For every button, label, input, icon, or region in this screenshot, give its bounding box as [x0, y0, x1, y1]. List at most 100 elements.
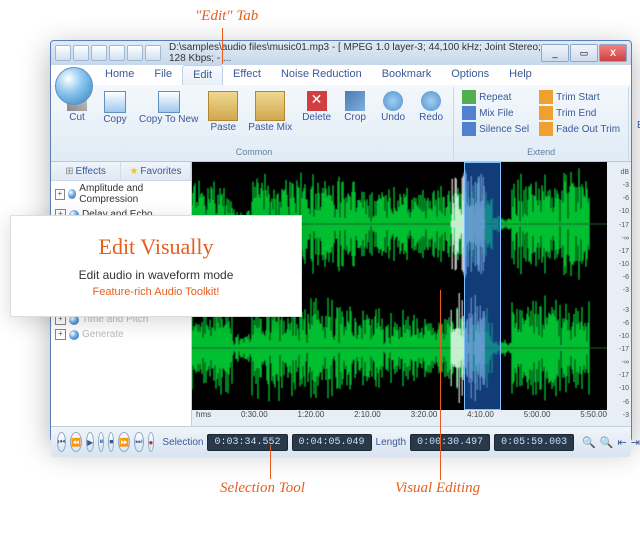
callout-box: Edit Visually Edit audio in waveform mod… [10, 215, 302, 317]
copy-icon [104, 91, 126, 113]
qat-icon[interactable] [127, 45, 143, 61]
zoom-end-button[interactable]: ⇥ [631, 434, 640, 450]
qat-icon[interactable] [145, 45, 161, 61]
close-button[interactable]: X [599, 44, 627, 62]
paste-button[interactable]: Paste [204, 89, 242, 146]
tab-home[interactable]: Home [95, 65, 144, 85]
crop-button[interactable]: Crop [337, 89, 373, 146]
sidebar-tab-effects[interactable]: ⊞Effects [51, 162, 121, 180]
silence-sel-button[interactable]: Silence Sel [458, 121, 533, 137]
ribbon-group-label: Effect [633, 146, 640, 157]
copy-to-new-button[interactable]: Copy To New [135, 89, 202, 146]
statusbar: ⏮ ⏪ ▶ ⏸ ⏹ ⏩ ⏭ ● Selection 0:03:34.552 0:… [51, 426, 631, 457]
ribbon-btn-label: Copy To New [139, 114, 198, 125]
record-button[interactable]: ● [148, 432, 155, 452]
crop-icon [345, 91, 365, 111]
tab-file[interactable]: File [144, 65, 182, 85]
copy-button[interactable]: Copy [97, 89, 133, 146]
paste-mix-icon [255, 91, 285, 121]
skip-end-button[interactable]: ⏭ [134, 432, 143, 452]
skip-start-button[interactable]: ⏮ [57, 432, 66, 452]
annotation-visual-editing: Visual Editing [395, 480, 480, 497]
annotation-line [222, 28, 223, 64]
tab-help[interactable]: Help [499, 65, 542, 85]
paste-icon [208, 91, 238, 121]
annotation-edit-tab: "Edit" Tab [195, 8, 258, 25]
sidebar-item[interactable]: + Generate [51, 327, 191, 342]
ribbon-btn-label: Paste [211, 122, 237, 133]
tab-noise-reduction[interactable]: Noise Reduction [271, 65, 372, 85]
trim-start-button[interactable]: Trim Start [535, 89, 624, 105]
selection-start-display: 0:03:34.552 [207, 434, 287, 451]
trim-end-button[interactable]: Trim End [535, 105, 624, 121]
repeat-icon [462, 90, 476, 104]
tab-edit[interactable]: Edit [182, 65, 223, 85]
sidebar-tab-label: Effects [76, 166, 106, 177]
tab-bookmark[interactable]: Bookmark [372, 65, 442, 85]
stop-button[interactable]: ⏹ [108, 432, 114, 452]
rewind-button[interactable]: ⏪ [70, 432, 82, 452]
length-display: 0:00:30.497 [410, 434, 490, 451]
delete-icon [307, 91, 327, 111]
redo-button[interactable]: Redo [413, 89, 449, 146]
category-icon [68, 189, 77, 199]
expand-icon[interactable]: + [55, 329, 66, 340]
ribbon-btn-label: Copy [103, 114, 126, 125]
mix-file-icon [462, 106, 476, 120]
titlebar[interactable]: D:\samples\audio files\music01.mp3 - [ M… [51, 41, 631, 65]
category-icon [69, 330, 79, 340]
ribbon-btn-label: Trim Start [556, 92, 600, 103]
ribbon-group-label: Extend [458, 146, 624, 157]
qat-icons [55, 45, 161, 61]
annotation-selection-tool: Selection Tool [220, 480, 305, 497]
waveform-selection[interactable] [464, 162, 501, 410]
paste-mix-button[interactable]: Paste Mix [244, 89, 296, 146]
tab-effect[interactable]: Effect [223, 65, 271, 85]
annotation-line [440, 290, 441, 480]
qat-icon[interactable] [73, 45, 89, 61]
sidebar-item-label: Generate [82, 329, 124, 340]
ribbon-btn-label: Delete [302, 112, 331, 123]
fade-out-trim-icon [539, 122, 553, 136]
minimize-button[interactable]: _ [541, 44, 569, 62]
callout-line2: Feature-rich Audio Toolkit! [31, 286, 281, 298]
ribbon-btn-label: Fade Out Trim [556, 124, 620, 135]
sidebar-tab-label: Favorites [140, 166, 181, 177]
ribbon-group-effect: Effect ▾Effect [629, 87, 640, 159]
ribbon-btn-label: Cut [69, 112, 85, 123]
mix-file-button[interactable]: Mix File [458, 105, 533, 121]
qat-icon[interactable] [109, 45, 125, 61]
zoom-out-button[interactable]: 🔍 [600, 434, 614, 450]
zoom-begin-button[interactable]: ⇤ [618, 434, 627, 450]
ribbon-group-extend: Repeat Mix File Silence Sel Trim Start Trim … [454, 87, 629, 159]
app-orb-icon[interactable] [55, 67, 93, 105]
qat-icon[interactable] [55, 45, 71, 61]
delete-button[interactable]: Delete [298, 89, 335, 146]
maximize-button[interactable]: ▭ [570, 44, 598, 62]
expand-icon[interactable]: + [55, 189, 65, 200]
pause-button[interactable]: ⏸ [98, 432, 104, 452]
repeat-button[interactable]: Repeat [458, 89, 533, 105]
tab-options[interactable]: Options [441, 65, 499, 85]
ribbon-btn-label: Mix File [479, 108, 513, 119]
sidebar-tab-favorites[interactable]: ★Favorites [121, 162, 191, 180]
db-scale: dB-3-6-10-17-∞-17-10-6-3-3-6-10-17-∞-17-… [607, 162, 631, 426]
fade-out-trim-button[interactable]: Fade Out Trim [535, 121, 624, 137]
menubar: HomeFileEditEffectNoise ReductionBookmar… [51, 65, 631, 85]
play-button[interactable]: ▶ [86, 432, 94, 452]
total-display: 0:05:59.003 [494, 434, 574, 451]
effect-button[interactable]: Effect ▾ [633, 89, 640, 146]
redo-icon [421, 91, 441, 111]
selection-label: Selection [162, 437, 203, 448]
ribbon-btn-label: Crop [344, 112, 366, 123]
undo-button[interactable]: Undo [375, 89, 411, 146]
zoom-in-button[interactable]: 🔍 [582, 434, 596, 450]
ribbon-btn-label: Paste Mix [248, 122, 292, 133]
callout-title: Edit Visually [31, 234, 281, 260]
trim-end-icon [539, 106, 553, 120]
ribbon-btn-label: Undo [381, 112, 405, 123]
sidebar-item[interactable]: +Amplitude and Compression [51, 181, 191, 207]
qat-icon[interactable] [91, 45, 107, 61]
ribbon-btn-label: Silence Sel [479, 124, 529, 135]
forward-button[interactable]: ⏩ [118, 432, 130, 452]
